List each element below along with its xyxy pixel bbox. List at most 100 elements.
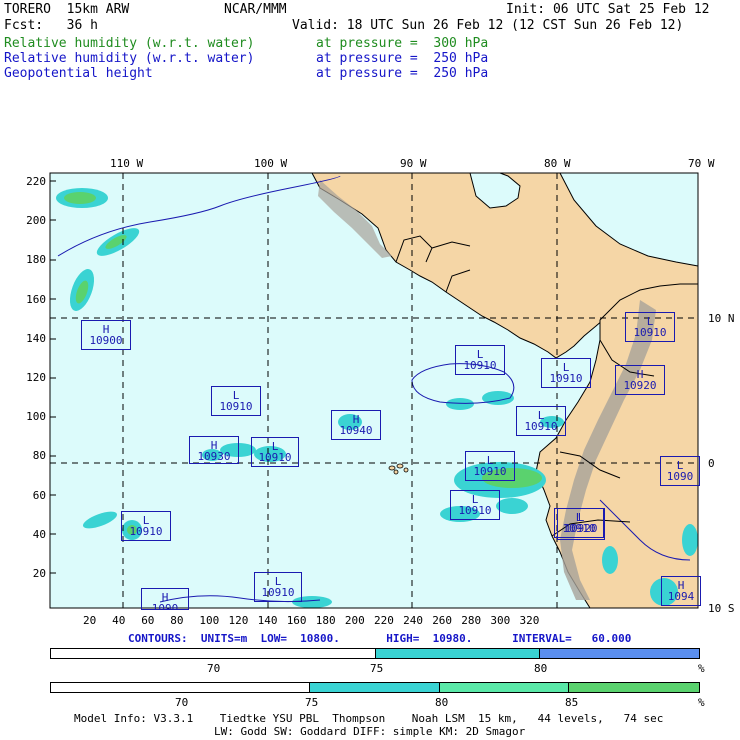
forecast-hour: Fcst: 36 h — [4, 18, 98, 33]
colorbar-250-tick-70: 70 — [207, 662, 221, 675]
y-tick-label: 80 — [32, 449, 46, 463]
colorbar-250-segment-cyan — [376, 649, 540, 658]
pressure-center-box: H 10930 — [189, 436, 239, 464]
y-tick-label: 60 — [32, 488, 46, 502]
lat-label-0: 0 — [708, 457, 715, 470]
lon-label-90w: 90 W — [400, 157, 427, 170]
colorbar-250-segment-white — [51, 649, 376, 658]
pressure-center-value: 10910 — [219, 400, 253, 413]
field-2-name: Relative humidity (w.r.t. water) — [4, 51, 255, 66]
contour-info: CONTOURS: UNITS=m LOW= 10800. HIGH= 1098… — [128, 632, 632, 645]
x-tick-label: 140 — [257, 614, 278, 627]
colorbar-300-segment-lightgreen — [439, 683, 570, 692]
pressure-center-value: 10910 — [129, 525, 163, 538]
pressure-center-box: L 10910 — [516, 406, 566, 436]
y-tick-label: 140 — [26, 331, 46, 345]
x-tick-label: 300 — [490, 614, 511, 627]
x-tick-label: 180 — [315, 614, 336, 627]
lon-label-100w: 100 W — [254, 157, 288, 170]
pressure-center-value: 1090 — [151, 602, 179, 610]
pressure-center-value: 10910 — [261, 586, 295, 599]
x-tick-label: 40 — [112, 614, 126, 627]
pressure-center-value: 10910 — [549, 372, 583, 385]
pressure-center-value: 10910 — [473, 465, 507, 478]
colorbar-250-unit: % — [698, 662, 705, 675]
pressure-center-value: 10910 — [524, 420, 558, 433]
pressure-center-value: 10920 — [623, 379, 657, 392]
pressure-center-box: L 10910 — [211, 386, 261, 416]
pressure-center-box: H 10940 — [331, 410, 381, 440]
pressure-center-box: L 10910 — [455, 345, 505, 375]
y-tick-label: 20 — [32, 567, 46, 580]
x-tick-label: 120 — [228, 614, 249, 627]
colorbar-300-tick-70: 70 — [175, 696, 189, 709]
x-tick-label: 60 — [141, 614, 155, 627]
x-tick-label: 160 — [286, 614, 307, 627]
pressure-center-value: 10910 — [258, 451, 292, 464]
y-tick-label: 180 — [26, 253, 46, 267]
pressure-center-value: 10910 — [633, 326, 667, 339]
colorbar-300-segment-green — [569, 683, 699, 692]
colorbar-250-segment-blue — [539, 649, 699, 658]
x-tick-label: 260 — [432, 614, 453, 627]
x-tick-label: 320 — [519, 614, 540, 627]
colorbar-300-segment-white — [51, 683, 311, 692]
pressure-center-value: 10900 — [89, 334, 123, 347]
pressure-center-value: 10910 — [458, 504, 492, 517]
organization: NCAR/MMM — [224, 2, 287, 17]
x-tick-label: 200 — [344, 614, 365, 627]
colorbar-300-tick-85: 85 — [565, 696, 579, 709]
pressure-center-value: 10920 — [564, 522, 598, 535]
field-2-level: at pressure = 250 hPa — [316, 51, 489, 66]
colorbar-300-tick-75: 75 — [305, 696, 319, 709]
y-tick-label: 160 — [26, 292, 46, 306]
x-tick-label: 220 — [374, 614, 394, 627]
y-tick-label: 40 — [32, 527, 46, 541]
y-tick-label: 120 — [26, 371, 46, 384]
pressure-center-value: 10910 — [463, 359, 497, 372]
y-tick-label: 220 — [26, 175, 46, 188]
x-tick-label: 100 — [199, 614, 220, 627]
pressure-center-box: H 10900 — [81, 320, 131, 350]
x-tick-label: 240 — [403, 614, 423, 627]
pressure-center-value: 1090 — [666, 470, 694, 483]
field-3-level: at pressure = 250 hPa — [316, 66, 489, 81]
lat-label-10s: 10 S — [708, 602, 735, 615]
lon-label-110w: 110 W — [110, 157, 144, 170]
pressure-center-box: L 10910 — [121, 511, 171, 541]
pressure-center-value: 10940 — [339, 424, 373, 437]
pressure-center-box: L 10910 — [625, 312, 675, 342]
colorbar-300-tick-80: 80 — [435, 696, 449, 709]
lon-label-70w: 70 W — [688, 157, 715, 170]
model-info-line2: LW: Godd SW: Goddard DIFF: simple KM: 2D… — [214, 725, 526, 738]
model-info-line1: Model Info: V3.3.1 Tiedtke YSU PBL Thomp… — [74, 712, 664, 725]
colorbar-250-tick-75: 75 — [370, 662, 384, 675]
init-time: Init: 06 UTC Sat 25 Feb 12 — [506, 2, 710, 17]
pressure-center-box: H 1094 — [661, 576, 701, 606]
colorbar-250-tick-80: 80 — [534, 662, 548, 675]
lon-label-80w: 80 W — [544, 157, 571, 170]
pressure-center-box: L 10910 — [450, 490, 500, 520]
y-tick-label: 200 — [26, 214, 46, 228]
colorbar-300hpa — [50, 682, 700, 693]
valid-time: Valid: 18 UTC Sun 26 Feb 12 (12 CST Sun … — [292, 18, 684, 33]
x-tick-label: 280 — [461, 614, 482, 627]
x-tick-label: 20 — [83, 614, 97, 627]
field-1-name: Relative humidity (w.r.t. water) — [4, 36, 255, 51]
colorbar-300-unit: % — [698, 696, 705, 709]
pressure-center-box: H 10920 — [615, 365, 665, 395]
field-1-level: at pressure = 300 hPa — [316, 36, 489, 51]
model-title: TORERO 15km ARW — [4, 2, 130, 17]
pressure-center-box: L 10910 — [251, 437, 299, 467]
x-tick-label: 80 — [170, 614, 184, 627]
pressure-center-value: 10930 — [197, 450, 231, 463]
field-3-name: Geopotential height — [4, 66, 153, 81]
pressure-center-box: L 1090 — [660, 456, 700, 486]
pressure-center-box: L 10910 — [541, 358, 591, 388]
pressure-center-box: H 1090 — [141, 588, 189, 610]
y-tick-label: 100 — [26, 410, 46, 424]
pressure-center-box: L 10920 — [557, 508, 605, 540]
pressure-center-box: L 10910 — [254, 572, 302, 602]
pressure-center-value: 1094 — [667, 590, 695, 603]
pressure-center-box: L 10910 — [465, 451, 515, 481]
